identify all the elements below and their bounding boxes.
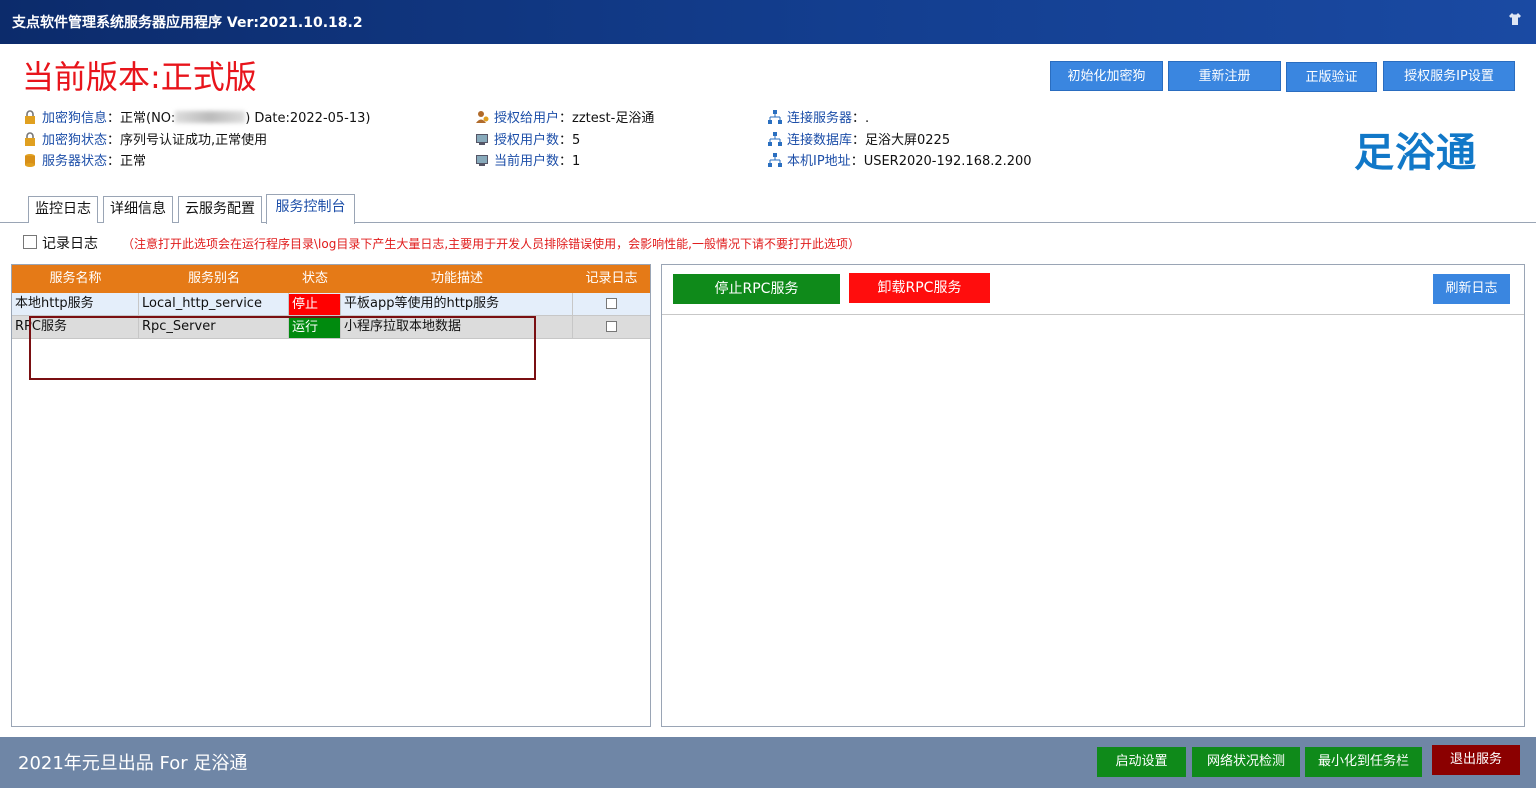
dongle-status-value: ：序列号认证成功,正常使用 bbox=[107, 133, 268, 148]
col-service-name[interactable]: 服务名称 bbox=[12, 265, 139, 293]
record-log-label[interactable]: 记录日志 bbox=[42, 233, 98, 253]
connected-server-value: ：. bbox=[852, 111, 870, 126]
licensed-user-value: ：zztest-足浴通 bbox=[559, 111, 655, 126]
highlight-box bbox=[29, 316, 536, 380]
log-panel: 停止RPC服务 卸载RPC服务 刷新日志 bbox=[661, 264, 1525, 727]
col-record-log[interactable]: 记录日志 bbox=[573, 265, 650, 293]
dongle-info-label: 加密狗信息 bbox=[42, 111, 108, 126]
record-log-checkbox[interactable] bbox=[23, 235, 37, 249]
network-icon bbox=[768, 110, 782, 124]
tab-details[interactable]: 详细信息 bbox=[103, 196, 173, 223]
server-status: 服务器状态：正常 bbox=[23, 153, 146, 171]
licensed-user: 授权给用户：zztest-足浴通 bbox=[475, 110, 654, 128]
title-bar: 支点软件管理系统服务器应用程序 Ver:2021.10.18.2 bbox=[0, 0, 1536, 44]
dongle-info: 加密狗信息：正常(NO: ) Date:2022-05-13) bbox=[23, 110, 370, 128]
tab-bar: 监控日志 详细信息 云服务配置 服务控制台 bbox=[0, 194, 1536, 224]
connected-database: 连接数据库：足浴大屏0225 bbox=[768, 132, 950, 150]
current-users-value: ：1 bbox=[559, 154, 581, 169]
refresh-log-button[interactable]: 刷新日志 bbox=[1433, 274, 1510, 304]
licensed-user-label: 授权给用户 bbox=[494, 111, 560, 126]
cell-service-alias: Local_http_service bbox=[139, 293, 289, 315]
local-ip: 本机IP地址：USER2020-192.168.2.200 bbox=[768, 153, 1032, 171]
tab-monitor-log[interactable]: 监控日志 bbox=[28, 196, 98, 223]
version-label: 当前版本:正式版 bbox=[22, 58, 257, 96]
database-icon bbox=[25, 154, 35, 167]
table-header: 服务名称 服务别名 状态 功能描述 记录日志 bbox=[12, 265, 650, 293]
dongle-status: 加密狗状态：序列号认证成功,正常使用 bbox=[23, 132, 267, 150]
network-icon bbox=[768, 153, 782, 167]
tshirt-icon[interactable] bbox=[1508, 12, 1522, 26]
reregister-button[interactable]: 重新注册 bbox=[1168, 61, 1281, 91]
lock-icon bbox=[25, 110, 35, 124]
col-service-alias[interactable]: 服务别名 bbox=[139, 265, 289, 293]
dongle-status-label: 加密狗状态 bbox=[42, 133, 108, 148]
local-ip-value: ：USER2020-192.168.2.200 bbox=[850, 154, 1032, 169]
record-log-note: （注意打开此选项会在运行程序目录\log目录下产生大量日志,主要用于开发人员排除… bbox=[122, 237, 860, 251]
dongle-info-value-pre: ：正常(NO: bbox=[107, 111, 176, 126]
startup-settings-button[interactable]: 启动设置 bbox=[1097, 747, 1186, 777]
status-badge: 停止 bbox=[289, 294, 341, 315]
col-description[interactable]: 功能描述 bbox=[341, 265, 573, 293]
licensed-count: 授权用户数：5 bbox=[475, 132, 580, 150]
network-check-button[interactable]: 网络状况检测 bbox=[1192, 747, 1300, 777]
network-icon bbox=[768, 132, 782, 146]
licensed-count-value: ：5 bbox=[559, 133, 581, 148]
current-users-label: 当前用户数 bbox=[494, 154, 560, 169]
row-log-checkbox[interactable] bbox=[606, 298, 617, 309]
col-status[interactable]: 状态 bbox=[289, 265, 341, 293]
cell-description: 平板app等使用的http服务 bbox=[341, 293, 573, 315]
monitor-icon bbox=[476, 134, 488, 145]
row-log-checkbox[interactable] bbox=[606, 321, 617, 332]
footer-bar: 2021年元旦出品 For 足浴通 启动设置 网络状况检测 最小化到任务栏 退出… bbox=[0, 737, 1536, 788]
lock-icon bbox=[25, 132, 35, 146]
server-status-label: 服务器状态 bbox=[42, 154, 108, 169]
verify-button[interactable]: 正版验证 bbox=[1286, 62, 1377, 92]
init-dongle-button[interactable]: 初始化加密狗 bbox=[1050, 61, 1163, 91]
brand-logo: 足浴通 bbox=[1354, 130, 1477, 176]
footer-slogan: 2021年元旦出品 For 足浴通 bbox=[18, 753, 248, 774]
minimize-to-tray-button[interactable]: 最小化到任务栏 bbox=[1305, 747, 1422, 777]
licensed-count-label: 授权用户数 bbox=[494, 133, 560, 148]
monitor-icon bbox=[476, 155, 488, 166]
dongle-info-value-post: ) Date:2022-05-13) bbox=[245, 111, 371, 126]
user-icon bbox=[476, 111, 489, 123]
auth-ip-button[interactable]: 授权服务IP设置 bbox=[1383, 61, 1515, 91]
divider bbox=[662, 314, 1524, 315]
tab-service-console[interactable]: 服务控制台 bbox=[266, 194, 355, 224]
cell-record-log bbox=[573, 293, 650, 315]
uninstall-rpc-button[interactable]: 卸载RPC服务 bbox=[849, 273, 990, 303]
local-ip-label: 本机IP地址 bbox=[787, 154, 851, 169]
window-title: 支点软件管理系统服务器应用程序 Ver:2021.10.18.2 bbox=[12, 15, 363, 31]
table-row[interactable]: 本地http服务 Local_http_service 停止 平板app等使用的… bbox=[12, 293, 650, 316]
current-users: 当前用户数：1 bbox=[475, 153, 580, 171]
connected-server-label: 连接服务器 bbox=[787, 111, 853, 126]
tab-cloud-config[interactable]: 云服务配置 bbox=[178, 196, 262, 223]
connected-database-label: 连接数据库 bbox=[787, 133, 853, 148]
cell-record-log bbox=[573, 316, 650, 338]
exit-service-button[interactable]: 退出服务 bbox=[1432, 745, 1520, 775]
server-status-value: ：正常 bbox=[107, 154, 147, 169]
redacted-serial bbox=[175, 111, 246, 123]
cell-service-name: 本地http服务 bbox=[12, 293, 139, 315]
connected-database-value: ：足浴大屏0225 bbox=[852, 133, 951, 148]
stop-rpc-button[interactable]: 停止RPC服务 bbox=[673, 274, 840, 304]
connected-server: 连接服务器：. bbox=[768, 110, 869, 128]
